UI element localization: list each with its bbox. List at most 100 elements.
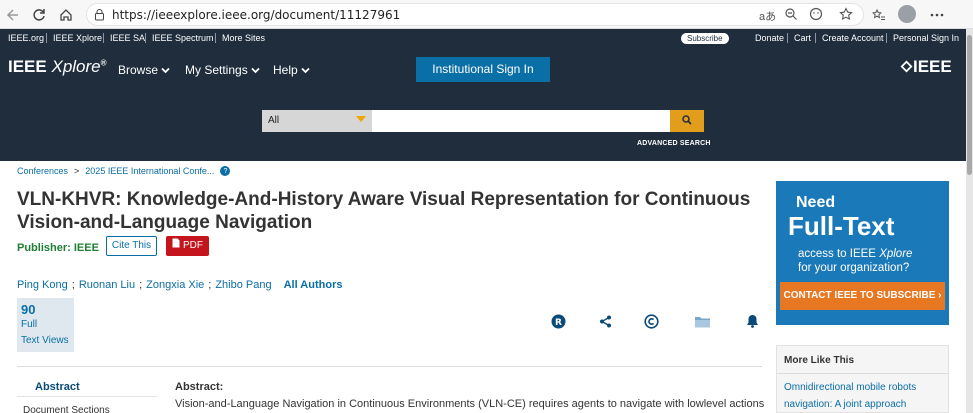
reload-icon[interactable]: [29, 5, 49, 25]
divider: [886, 33, 887, 43]
rights-icon[interactable]: R: [550, 313, 566, 329]
ad-access-xplore: Xplore: [879, 248, 913, 260]
pdf-label: PDF: [183, 240, 203, 251]
breadcrumb: Conferences > 2025 IEEE International Co…: [17, 166, 231, 176]
contact-ieee-subscribe-button[interactable]: CONTACT IEEE TO SUBSCRIBE ›: [780, 282, 945, 310]
divider: [145, 33, 146, 43]
link-personal-sign-in[interactable]: Personal Sign In: [893, 33, 959, 43]
author-link[interactable]: Ping Kong: [17, 279, 68, 291]
related-article-link[interactable]: Omnidirectional mobile robots: [784, 382, 916, 393]
breadcrumb-conferences[interactable]: Conferences: [17, 166, 68, 176]
more-like-this-panel: More Like This Omnidirectional mobile ro…: [776, 345, 949, 413]
favorite-star-icon[interactable]: [839, 7, 853, 24]
author-separator: ;: [71, 279, 75, 291]
menu-label: Help: [273, 63, 298, 77]
search-button[interactable]: [670, 110, 704, 132]
ieee-diamond-icon: [900, 57, 913, 76]
page-title: VLN-KHVR: Knowledge-And-History Aware Vi…: [17, 189, 751, 233]
ad-access-post: for your organization?: [798, 262, 910, 274]
link-more-sites[interactable]: More Sites: [222, 33, 265, 43]
author-separator: ;: [139, 279, 143, 291]
ad-access-pre: access to IEEE: [798, 248, 880, 260]
link-ieee-sa[interactable]: IEEE SA: [110, 33, 145, 43]
link-cart[interactable]: Cart: [794, 33, 811, 43]
abstract-text: Vision-and-Language Navigation in Contin…: [175, 398, 765, 410]
ad-access-text: access to IEEE Xplore for your organizat…: [798, 247, 912, 275]
help-icon[interactable]: ?: [220, 166, 231, 176]
folder-icon[interactable]: [693, 313, 711, 329]
chevron-down-icon: [251, 63, 260, 77]
menu-label: My Settings: [185, 63, 248, 77]
ieee-logo[interactable]: IEEE: [900, 57, 952, 77]
metric-label-full: Full: [21, 319, 38, 330]
ieee-sites-bar: IEEE.org IEEE Xplore IEEE SA IEEE Spectr…: [0, 29, 966, 47]
link-donate[interactable]: Donate: [755, 33, 784, 43]
author-link[interactable]: Zhibo Pang: [215, 279, 271, 291]
related-article-link[interactable]: navigation: A joint approach: [784, 399, 906, 410]
link-create-account[interactable]: Create Account: [822, 33, 884, 43]
breadcrumb-separator: >: [74, 166, 80, 176]
caret-down-icon: [356, 116, 366, 122]
link-ieee-spectrum[interactable]: IEEE Spectrum: [152, 33, 214, 43]
document-nav: Abstract Document Sections: [17, 375, 157, 413]
browser-toolbar: https://ieeexplore.ieee.org/document/111…: [0, 0, 973, 29]
divider: [46, 33, 47, 43]
nav-document-sections[interactable]: Document Sections: [17, 397, 157, 413]
publisher-label: Publisher:: [17, 242, 71, 254]
divider: [103, 33, 104, 43]
all-authors-link[interactable]: All Authors: [284, 279, 343, 291]
scrollbar-thumb[interactable]: [967, 35, 972, 175]
link-ieee-org[interactable]: IEEE.org: [8, 33, 44, 43]
favorites-list-icon[interactable]: [869, 5, 889, 25]
zoom-icon[interactable]: [784, 7, 798, 24]
metric-label-views: Text Views: [21, 335, 69, 346]
menu-help[interactable]: Help: [273, 63, 310, 77]
chevron-down-icon: [301, 63, 310, 77]
link-ieee-xplore[interactable]: IEEE Xplore: [53, 33, 102, 43]
svg-text:R: R: [555, 318, 562, 328]
nav-abstract[interactable]: Abstract: [17, 375, 157, 397]
institutional-sign-in-button[interactable]: Institutional Sign In: [416, 57, 550, 82]
brand-mark: ®: [100, 58, 107, 68]
divider: [815, 33, 816, 43]
ad-need: Need: [796, 194, 836, 211]
emoji-icon[interactable]: [809, 7, 823, 24]
subscribe-button[interactable]: Subscribe: [681, 33, 729, 44]
breadcrumb-conference[interactable]: 2025 IEEE International Confe...: [85, 166, 214, 176]
search-scope-value: All: [268, 115, 280, 126]
copyright-icon[interactable]: [643, 313, 659, 329]
alert-bell-icon[interactable]: [744, 313, 760, 329]
menu-browse[interactable]: Browse: [118, 63, 170, 77]
abstract-heading: Abstract:: [175, 381, 224, 393]
search-scope-select[interactable]: All: [262, 110, 372, 132]
divider: [777, 373, 948, 374]
lock-icon: [94, 8, 105, 24]
author-separator: ;: [208, 279, 212, 291]
pdf-button[interactable]: PDF: [166, 236, 209, 256]
divider: [215, 33, 216, 43]
share-icon[interactable]: [597, 313, 613, 329]
author-link[interactable]: Ruonan Liu: [79, 279, 135, 291]
author-list: Ping Kong; Ruonan Liu; Zongxia Xie; Zhib…: [17, 279, 342, 291]
url-text[interactable]: https://ieeexplore.ieee.org/document/111…: [112, 8, 400, 22]
ieee-xplore-logo[interactable]: IEEE Xplore®: [8, 57, 107, 77]
profile-avatar[interactable]: [898, 5, 916, 23]
full-text-ad[interactable]: Need Full-Text access to IEEE Xplore for…: [776, 181, 949, 325]
publisher-name: IEEE: [73, 242, 99, 254]
back-arrow-icon[interactable]: [3, 5, 23, 25]
address-bar[interactable]: https://ieeexplore.ieee.org/document/111…: [86, 3, 864, 26]
chevron-down-icon: [161, 63, 170, 77]
home-icon[interactable]: [56, 5, 76, 25]
metrics-box[interactable]: 90 Full Text Views: [17, 298, 74, 352]
menu-my-settings[interactable]: My Settings: [185, 63, 260, 77]
full-text-views-count: 90: [21, 302, 36, 317]
search-input[interactable]: [372, 110, 670, 132]
author-link[interactable]: Zongxia Xie: [146, 279, 204, 291]
menu-label: Browse: [118, 63, 159, 77]
publisher: Publisher: IEEE: [17, 242, 99, 254]
advanced-search-link[interactable]: ADVANCED SEARCH: [637, 140, 711, 147]
cite-this-button[interactable]: Cite This: [106, 236, 157, 256]
more-like-this-heading: More Like This: [784, 355, 855, 366]
read-aloud-icon[interactable]: aあ: [759, 8, 776, 24]
more-menu-icon[interactable]: [927, 5, 947, 25]
